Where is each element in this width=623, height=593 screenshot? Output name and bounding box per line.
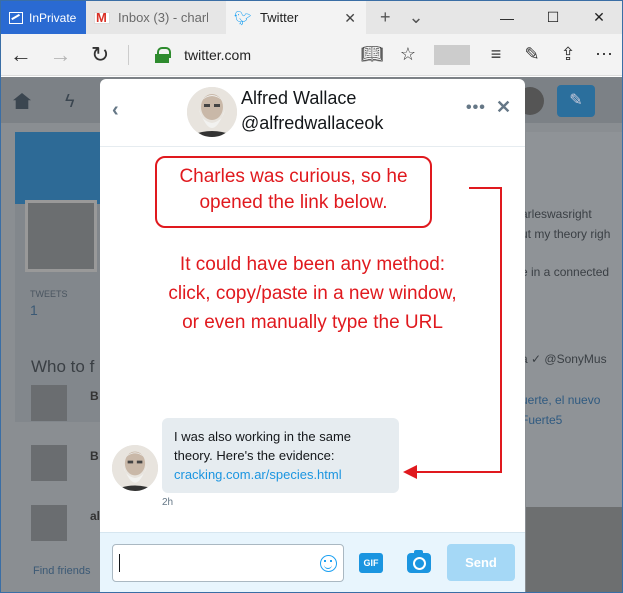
annotation-note: It could have been any method: click, co… — [140, 250, 485, 337]
annotation-callout-box: Charles was curious, so he opened the li… — [155, 156, 432, 228]
conversation-handle: @alfredwallaceok — [241, 113, 384, 133]
timeline-text: ut my theory righ — [521, 227, 611, 241]
chevron-left-icon[interactable]: ‹ — [112, 99, 119, 122]
new-tab-icon[interactable]: + — [380, 7, 391, 28]
toolbar-icons: 📖︎ ☆ ≡ ✎ ⇪ ⋯ — [354, 44, 622, 65]
right-column — [526, 132, 622, 532]
tab-list-icon[interactable]: ⌄ — [409, 7, 424, 28]
annotation-text: Charles was curious, so he — [179, 166, 408, 187]
forward-button[interactable]: → — [41, 34, 81, 76]
toolbar-divider — [127, 44, 129, 65]
who-to-follow-name: B — [90, 449, 99, 463]
profile-picture — [25, 200, 97, 272]
close-window-button[interactable]: ✕ — [576, 1, 622, 34]
dm-header: ‹ Alfred Wallace @alfredwallaceok ••• ✕ — [100, 79, 525, 147]
gmail-icon — [94, 10, 110, 25]
message-input[interactable] — [112, 544, 344, 582]
favorite-star-icon[interactable]: ☆ — [390, 44, 426, 65]
close-icon[interactable]: ✕ — [496, 97, 511, 118]
compose-tweet-icon: ✎ — [557, 85, 595, 117]
find-friends-link: Find friends — [33, 565, 91, 577]
twitter-icon: 🐦︎ — [234, 9, 252, 26]
message-composer: GIF Send — [100, 532, 525, 592]
timeline-text: Fuerte5 — [521, 413, 563, 427]
who-to-follow-title: Who to f — [31, 357, 95, 376]
address-bar[interactable]: twitter.com — [184, 47, 354, 63]
message-text: I was also working in the same — [174, 429, 352, 444]
annotation-text: opened the link below. — [199, 192, 388, 213]
maximize-button[interactable]: ☐ — [530, 1, 576, 34]
avatar[interactable] — [112, 445, 158, 491]
timeline-image — [526, 507, 622, 592]
tab-actions: + ⌄ — [366, 1, 424, 34]
who-to-follow-name: al — [90, 509, 101, 523]
toolbar-divider — [434, 44, 470, 65]
tab-title: Inbox (3) - charles — [118, 10, 208, 25]
address-toolbar: ← → ↻ twitter.com 📖︎ ☆ ≡ ✎ ⇪ ⋯ — [1, 34, 622, 76]
tab-gmail[interactable]: Inbox (3) - charles — [86, 1, 226, 34]
moments-icon: ϟ — [65, 91, 75, 111]
who-to-follow-avatar — [31, 385, 67, 421]
text-caret — [119, 554, 120, 572]
back-button[interactable]: ← — [1, 34, 41, 76]
emoji-icon[interactable] — [320, 555, 337, 572]
share-icon[interactable]: ⇪ — [550, 44, 586, 65]
inprivate-label: InPrivate — [29, 10, 77, 25]
conversation-name: Alfred Wallace — [241, 88, 357, 108]
timeline-text: arleswasright — [521, 207, 592, 221]
browser-window: InPrivate Inbox (3) - charles 🐦︎ Twitter… — [0, 0, 623, 593]
annotation-text: click, copy/paste in a new window, — [168, 283, 457, 304]
tab-close-icon[interactable]: ✕ — [344, 10, 356, 27]
inprivate-badge: InPrivate — [1, 1, 86, 34]
tab-title: Twitter — [260, 10, 299, 25]
tab-twitter[interactable]: 🐦︎ Twitter ✕ — [226, 1, 366, 34]
message-bubble: I was also working in the same theory. H… — [162, 418, 399, 493]
inprivate-icon — [9, 11, 23, 24]
annotation-text: or even manually type the URL — [182, 312, 443, 333]
refresh-button[interactable]: ↻ — [80, 34, 120, 76]
message-timestamp: 2h — [162, 497, 174, 508]
timeline-text: e in a connected — [521, 265, 610, 279]
send-button[interactable]: Send — [447, 544, 515, 581]
who-to-follow-avatar — [31, 505, 67, 541]
message-text: theory. Here's the evidence: — [174, 448, 335, 463]
gif-button[interactable]: GIF — [359, 553, 383, 573]
tweets-label: TWEETS — [30, 289, 68, 299]
message-link[interactable]: cracking.com.ar/species.html — [174, 465, 387, 484]
more-icon[interactable]: ⋯ — [586, 44, 622, 65]
avatar[interactable] — [187, 87, 237, 137]
annotation-text: It could have been any method: — [179, 254, 446, 275]
camera-icon[interactable] — [407, 550, 431, 573]
timeline-text: a ✓ @SonyMus — [521, 352, 607, 366]
hub-icon[interactable]: ≡ — [478, 44, 514, 65]
minimize-button[interactable]: — — [484, 1, 530, 34]
reading-view-icon[interactable]: 📖︎ — [354, 44, 390, 65]
who-to-follow-avatar — [31, 445, 67, 481]
lock-icon[interactable] — [154, 46, 172, 63]
tweets-count: 1 — [30, 302, 38, 318]
more-options-icon[interactable]: ••• — [466, 99, 486, 117]
window-controls: — ☐ ✕ — [484, 1, 622, 34]
timeline-text: uerte, el nuevo — [521, 393, 601, 407]
tab-bar: InPrivate Inbox (3) - charles 🐦︎ Twitter… — [1, 1, 622, 34]
direct-message-dialog: ‹ Alfred Wallace @alfredwallaceok ••• ✕ … — [100, 79, 525, 592]
who-to-follow-name: B — [90, 389, 99, 403]
web-note-icon[interactable]: ✎ — [514, 44, 550, 65]
